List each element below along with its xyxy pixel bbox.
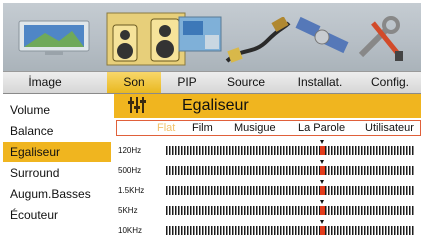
band-slider-knob[interactable] <box>320 186 326 195</box>
band-slider-track[interactable] <box>166 166 414 175</box>
band-slider-track[interactable] <box>166 146 414 155</box>
preset-utilisateur[interactable]: Utilisateur <box>365 121 414 135</box>
menu-window: { "tabs": [ {"label": "İmage", "active":… <box>0 0 424 251</box>
tab-source[interactable]: Source <box>217 72 275 93</box>
menu-item-egaliseur[interactable]: Egaliseur <box>3 142 111 162</box>
menu-item-surround[interactable]: Surround <box>3 163 111 183</box>
band-slider-knob[interactable] <box>320 226 326 235</box>
equalizer-band-row: 1.5KHz <box>114 180 421 200</box>
preset-film[interactable]: Film <box>192 121 213 135</box>
band-label: 1.5KHz <box>118 186 145 195</box>
tab-image[interactable]: İmage <box>3 72 87 93</box>
menu-item-augum-basses[interactable]: Augum.Basses <box>3 184 111 204</box>
band-center-marker <box>320 220 325 224</box>
band-slider-knob[interactable] <box>320 146 326 155</box>
band-slider-track[interactable] <box>166 186 414 195</box>
source-cable-icon[interactable] <box>223 17 293 67</box>
band-slider-track[interactable] <box>166 206 414 215</box>
sound-menu-list: Volume Balance Egaliseur Surround Augum.… <box>3 94 111 250</box>
image-monitor-icon[interactable] <box>17 19 97 59</box>
equalizer-band-row: 500Hz <box>114 160 421 180</box>
menu-item-ecouteur[interactable]: Écouteur <box>3 205 111 225</box>
band-label: 120Hz <box>118 146 142 155</box>
tab-bar: İmage Son PIP Source Installat. Config. <box>3 71 421 94</box>
band-center-marker <box>320 180 325 184</box>
equalizer-band-row: 10KHz <box>114 220 421 240</box>
band-center-marker <box>320 200 325 204</box>
tab-son[interactable]: Son <box>107 72 161 93</box>
preset-selector: Flat Film Musigue La Parole Utilisateur <box>116 120 421 136</box>
preset-flat[interactable]: Flat <box>157 121 175 135</box>
band-label: 500Hz <box>118 166 142 175</box>
band-slider-knob[interactable] <box>320 166 326 175</box>
band-center-marker <box>320 160 325 164</box>
tab-pip[interactable]: PIP <box>167 72 207 93</box>
equalizer-band-row: 5KHz <box>114 200 421 220</box>
installation-satellite-icon[interactable] <box>295 15 351 61</box>
equalizer-icon <box>128 97 146 113</box>
band-center-marker <box>320 140 325 144</box>
equalizer-panel: Egaliseur Flat Film Musigue La Parole Ut… <box>114 94 421 250</box>
band-label: 5KHz <box>118 206 138 215</box>
tab-config[interactable]: Config. <box>359 72 421 93</box>
band-slider-track[interactable] <box>166 226 414 235</box>
config-tools-icon[interactable] <box>353 15 411 65</box>
panel-title: Egaliseur <box>182 97 249 114</box>
tab-installation[interactable]: Installat. <box>284 72 356 93</box>
category-icon-band <box>3 3 421 71</box>
panel-title-bar: Egaliseur <box>114 94 421 118</box>
menu-item-balance[interactable]: Balance <box>3 121 111 141</box>
preset-la-parole[interactable]: La Parole <box>298 121 345 135</box>
band-slider-knob[interactable] <box>320 206 326 215</box>
preset-musigue[interactable]: Musigue <box>234 121 276 135</box>
band-label: 10KHz <box>118 226 143 235</box>
menu-item-volume[interactable]: Volume <box>3 100 111 120</box>
equalizer-band-row: 120Hz <box>114 140 421 160</box>
